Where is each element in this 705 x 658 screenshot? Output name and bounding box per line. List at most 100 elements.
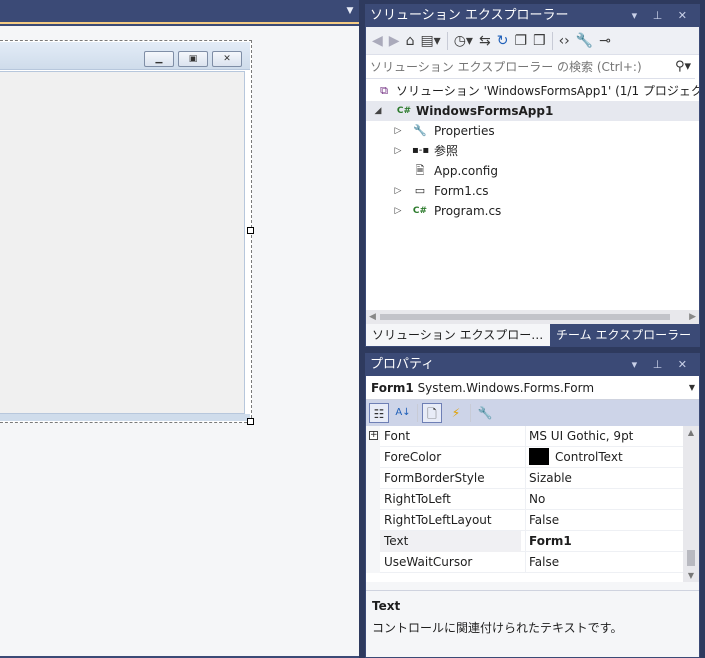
property-row-formborderstyle[interactable]: FormBorderStyle Sizable — [366, 468, 699, 489]
description-title: Text — [372, 599, 401, 613]
refresh-icon[interactable]: ↻ — [497, 33, 509, 49]
property-row-forecolor[interactable]: ForeColor ControlText — [366, 447, 699, 468]
form-bottom-border — [0, 414, 250, 421]
tree-item-form1[interactable]: ▷ ▭ Form1.cs — [366, 181, 699, 201]
object-type: System.Windows.Forms.Form — [417, 381, 595, 395]
vertical-scrollbar[interactable]: ▲ ▼ — [683, 426, 699, 582]
row-gutter — [366, 468, 380, 489]
tree-item-appconfig[interactable]: 🗎 App.config — [366, 161, 699, 181]
panel-title-bar: プロパティ ▾ ⊥ ✕ — [366, 354, 699, 376]
tree-item-project[interactable]: ◢ C# WindowsFormsApp1 — [366, 101, 699, 121]
pending-changes-icon[interactable]: ◷▾ — [454, 33, 473, 49]
collapse-all-icon[interactable]: ❐ — [514, 33, 527, 49]
switch-view-icon[interactable]: ▤▾ — [420, 33, 440, 49]
column-divider — [525, 426, 526, 447]
property-row-righttoleft[interactable]: RightToLeft No — [366, 489, 699, 510]
sync-icon[interactable]: ⇆ — [479, 33, 491, 49]
collapsed-arrow-icon[interactable]: ▷ — [392, 181, 404, 201]
search-input[interactable] — [370, 57, 660, 77]
property-value[interactable]: No — [529, 489, 545, 510]
tree-item-references[interactable]: ▷ ▪‑▪ 参照 — [366, 141, 699, 161]
panel-title-bar: ソリューション エクスプローラー ▾ ⊥ ✕ — [366, 5, 699, 27]
view-code-icon[interactable]: ‹› — [559, 33, 570, 49]
wrench-icon: 🔧 — [413, 124, 427, 137]
column-divider — [525, 489, 526, 510]
property-value[interactable]: False — [529, 510, 559, 531]
object-selector[interactable]: Form1 System.Windows.Forms.Form ▼ — [366, 376, 699, 400]
expand-plus-icon[interactable]: + — [369, 431, 378, 440]
search-icon[interactable]: ⚲▾ — [675, 59, 691, 74]
collapsed-arrow-icon[interactable]: ▷ — [392, 201, 404, 221]
categorized-icon[interactable]: ☷ — [369, 403, 389, 423]
solution-icon: ⧉ — [380, 84, 388, 97]
form-preview[interactable]: ▁ ▣ ✕ — [0, 40, 252, 423]
show-all-files-icon[interactable]: ❒ — [533, 33, 546, 49]
tree-item-program[interactable]: ▷ C# Program.cs — [366, 201, 699, 221]
form-icon: ▭ — [414, 184, 426, 197]
back-icon[interactable]: ◀ — [372, 33, 383, 49]
properties-icon[interactable]: 🗋 — [422, 403, 442, 423]
form-client-area[interactable] — [0, 71, 245, 414]
config-icon: 🗎 — [415, 164, 425, 177]
property-value: ControlText — [555, 450, 623, 464]
tab-team-explorer[interactable]: チーム エクスプローラー — [550, 324, 697, 346]
resize-grip-bottom-right[interactable] — [247, 418, 254, 425]
property-value[interactable]: False — [529, 552, 559, 573]
scroll-down-icon[interactable]: ▼ — [683, 571, 699, 580]
tree-item-properties[interactable]: ▷ 🔧 Properties — [366, 121, 699, 141]
property-row-text[interactable]: Text Form1 — [366, 531, 699, 552]
panel-window-controls[interactable]: ▾ ⊥ ✕ — [632, 5, 693, 27]
property-row-font[interactable]: + Font MS UI Gothic, 9pt — [366, 426, 699, 447]
pin-icon[interactable]: ⊸ — [599, 33, 611, 49]
color-swatch — [529, 448, 549, 465]
property-name: RightToLeftLayout — [384, 513, 492, 527]
tree-item-solution[interactable]: ⧉ ソリューション 'WindowsFormsApp1' (1/1 プロジェクト… — [366, 81, 699, 101]
property-name: UseWaitCursor — [384, 555, 473, 569]
design-surface[interactable]: ▁ ▣ ✕ — [0, 26, 359, 656]
wrench-icon[interactable]: 🔧 — [576, 33, 593, 49]
home-icon[interactable]: ⌂ — [406, 33, 415, 49]
property-value[interactable]: Sizable — [529, 468, 572, 489]
tree-item-label: Program.cs — [434, 204, 502, 218]
column-divider — [525, 468, 526, 489]
scroll-right-icon[interactable]: ▶ — [689, 310, 696, 324]
property-value[interactable]: Form1 — [529, 531, 572, 552]
scrollbar-thumb[interactable] — [380, 314, 670, 320]
scroll-up-icon[interactable]: ▲ — [683, 428, 699, 437]
property-row-righttoleftlayout[interactable]: RightToLeftLayout False — [366, 510, 699, 531]
property-value[interactable]: MS UI Gothic, 9pt — [529, 426, 633, 447]
scrollbar-thumb[interactable] — [687, 550, 695, 566]
tree-item-label: Form1.cs — [434, 184, 489, 198]
forward-icon[interactable]: ▶ — [389, 33, 400, 49]
toolbar-separator — [470, 404, 471, 422]
horizontal-scrollbar[interactable]: ◀ ▶ — [366, 310, 699, 324]
collapsed-arrow-icon[interactable]: ▷ — [392, 121, 404, 141]
maximize-icon: ▣ — [178, 51, 208, 67]
solution-explorer-search: ⚲▾ — [366, 57, 695, 79]
column-divider — [525, 447, 526, 468]
panel-window-controls[interactable]: ▾ ⊥ ✕ — [632, 354, 693, 376]
tab-solution-explorer[interactable]: ソリューション エクスプロー… — [366, 324, 550, 346]
toolbar-separator — [551, 31, 553, 50]
chevron-down-icon[interactable]: ▼ — [345, 6, 355, 16]
resize-grip-right[interactable] — [247, 227, 254, 234]
scroll-left-icon[interactable]: ◀ — [369, 310, 376, 324]
toolbar-separator — [446, 31, 448, 50]
designer-pane: ▼ ▁ ▣ ✕ — [0, 0, 359, 658]
property-pages-icon[interactable]: 🔧 — [475, 403, 495, 423]
csharp-file-icon: C# — [412, 206, 428, 216]
description-text: コントロールに関連付けられたテキストです。 — [372, 621, 623, 635]
chevron-down-icon[interactable]: ▼ — [689, 376, 695, 400]
events-icon[interactable]: ⚡ — [446, 403, 466, 423]
row-gutter — [366, 510, 380, 531]
property-row-usewaitcursor[interactable]: UseWaitCursor False — [366, 552, 699, 573]
column-divider — [525, 552, 526, 573]
column-divider — [525, 531, 526, 552]
solution-explorer-panel: ソリューション エクスプローラー ▾ ⊥ ✕ ◀ ▶ ⌂ ▤▾ ◷▾ ⇆ ↻ ❐… — [365, 4, 700, 347]
property-name: Font — [384, 429, 411, 443]
collapsed-arrow-icon[interactable]: ▷ — [392, 141, 404, 161]
alphabetical-icon[interactable]: A↓ — [393, 403, 413, 423]
tree-item-label: ソリューション 'WindowsFormsApp1' (1/1 プロジェクト) — [396, 84, 699, 98]
expand-arrow-icon[interactable]: ◢ — [372, 101, 384, 121]
property-value-color[interactable]: ControlText — [529, 447, 623, 468]
